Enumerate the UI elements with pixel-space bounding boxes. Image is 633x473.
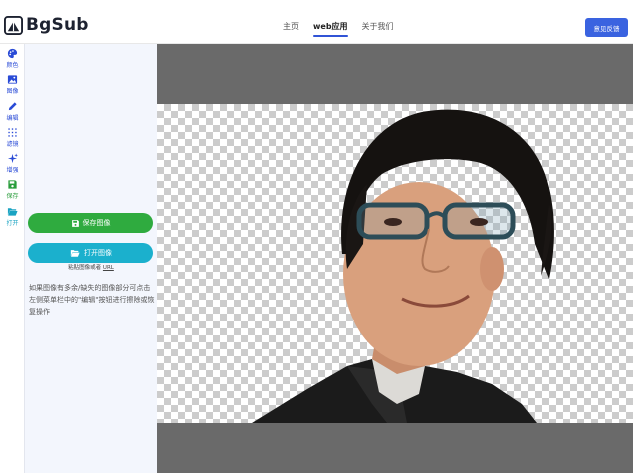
side-panel: 保存图像 打开图像 粘贴图像或者 URL 如果图像有多余/缺失的图像部分可点击左… [25, 44, 157, 473]
rail-label: 编辑 [6, 115, 19, 122]
top-nav: 主页 web应用 关于我们 [283, 21, 408, 37]
result-image[interactable] [157, 104, 633, 423]
save-icon [71, 219, 79, 227]
logo[interactable]: BgSub [4, 15, 89, 35]
portrait-image [252, 109, 554, 423]
rail-item-filter[interactable]: 滤镜 [0, 127, 25, 148]
save-image-button[interactable]: 保存图像 [28, 213, 153, 233]
logo-icon [4, 15, 23, 35]
nav-item-home[interactable]: 主页 [283, 21, 299, 32]
feedback-button[interactable]: 意见反馈 [585, 18, 628, 37]
rail-label: 颜色 [6, 62, 19, 69]
nav-item-web-app[interactable]: web应用 [313, 21, 348, 37]
rail-item-open[interactable]: 打开 [0, 206, 25, 227]
paste-hint-text: 粘贴图像或者 [68, 265, 102, 271]
rail-label: 滤镜 [6, 141, 19, 148]
save-image-label: 保存图像 [82, 220, 111, 227]
pencil-icon [8, 102, 17, 111]
rail-label: 保存 [6, 193, 19, 200]
rail-item-save[interactable]: 保存 [0, 179, 25, 200]
rail-item-edit[interactable]: 编辑 [0, 101, 25, 122]
rail-label: 增强 [6, 167, 19, 174]
app-header: BgSub 主页 web应用 关于我们 意见反馈 [0, 0, 633, 44]
paste-hint: 粘贴图像或者 URL [25, 263, 157, 271]
paste-url-link[interactable]: URL [103, 265, 114, 271]
image-icon [7, 75, 18, 84]
open-image-label: 打开图像 [84, 250, 112, 257]
edit-tip: 如果图像有多余/缺失的图像部分可点击左侧菜单栏中的"编辑"按钮进行擦除或恢复操作 [29, 284, 155, 316]
rail-item-color[interactable]: 颜色 [0, 48, 25, 69]
save-icon [8, 180, 17, 189]
logo-text: BgSub [26, 15, 89, 35]
open-image-button[interactable]: 打开图像 [28, 243, 153, 263]
folder-open-icon [7, 208, 18, 216]
rail-item-enhance[interactable]: 增强 [0, 153, 25, 174]
nav-item-about[interactable]: 关于我们 [362, 21, 394, 32]
tool-rail: 颜色 图像 编辑 滤镜 增强 保存 打开 [0, 44, 25, 473]
rail-label: 图像 [6, 88, 19, 95]
grid-icon [8, 128, 17, 137]
canvas-area[interactable] [157, 44, 633, 473]
rail-label: 打开 [6, 220, 19, 227]
folder-open-icon [70, 250, 80, 257]
rail-item-image[interactable]: 图像 [0, 74, 25, 95]
sparkle-icon [7, 153, 18, 164]
palette-icon [7, 48, 18, 59]
